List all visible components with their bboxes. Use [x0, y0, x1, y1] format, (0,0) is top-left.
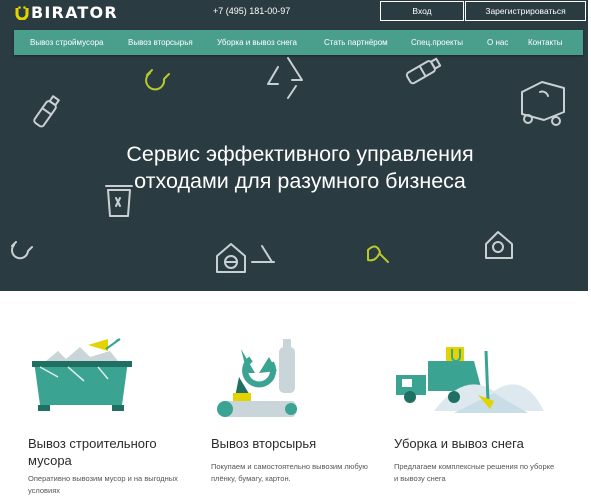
phone-number[interactable]: +7 (495) 181-00-97: [213, 6, 290, 16]
dumpster-illustration: [32, 338, 132, 411]
magnet-icon: [145, 69, 170, 91]
service-card-recyclables[interactable]: Вывоз вторсырья Покупаем и самостоятельн…: [211, 291, 391, 499]
register-button[interactable]: Зарегистрироваться: [465, 1, 586, 21]
logo-mark-icon: [15, 5, 29, 21]
brand-name: BIRATOR: [31, 2, 118, 22]
service-title: Вывоз вторсырья: [211, 436, 317, 451]
nav-item-construction-waste[interactable]: Вывоз строймусора: [30, 38, 103, 47]
service-description: Предлагаем комплексные решения по уборке…: [394, 462, 555, 483]
house-globe-icon: [216, 243, 246, 273]
nav-item-contacts[interactable]: Контакты: [528, 38, 563, 47]
login-button[interactable]: Вход: [380, 1, 464, 21]
hero-section: BIRATOR +7 (495) 181-00-97 Вход Зарегист…: [0, 0, 588, 291]
nav-item-recyclables[interactable]: Вывоз вторсырья: [128, 38, 193, 47]
service-title: Вывоз строительного мусора: [28, 436, 157, 468]
hero-title-line-2: отходами для разумного бизнеса: [134, 169, 466, 193]
snow-truck-illustration: [396, 347, 544, 413]
nav-item-partner[interactable]: Стать партнёром: [324, 38, 388, 47]
main-nav: Вывоз строймусора Вывоз вторсырья Уборка…: [14, 30, 583, 55]
house-globe-icon-right: [485, 231, 513, 259]
magnet-icon-left: [11, 241, 33, 260]
service-title: Уборка и вывоз снега: [394, 436, 524, 451]
top-bar: BIRATOR +7 (495) 181-00-97 Вход Зарегист…: [0, 0, 588, 24]
bottle-icon: [33, 95, 60, 128]
nav-item-snow[interactable]: Уборка и вывоз снега: [217, 38, 297, 47]
brand-logo[interactable]: BIRATOR: [15, 2, 118, 22]
recycle-icon: [267, 57, 303, 99]
leaf-bottle-icon: [367, 245, 389, 263]
truck-icon: [521, 81, 565, 126]
service-card-snow[interactable]: Уборка и вывоз снега Предлагаем комплекс…: [394, 291, 574, 499]
service-description: Покупаем и самостоятельно вывозим любую …: [211, 462, 368, 483]
service-card-construction[interactable]: Вывоз строительного мусора Оперативно вы…: [28, 291, 208, 499]
service-description: Оперативно вывозим мусор и на выгодных у…: [28, 474, 178, 495]
nav-item-special-projects[interactable]: Спец.проекты: [411, 38, 463, 47]
recycle-icon-right: [251, 245, 275, 263]
nav-item-about[interactable]: О нас: [487, 38, 508, 47]
hero-title-line-1: Сервис эффективного управления: [126, 142, 474, 166]
hero-title: Сервис эффективного управления отходами …: [60, 141, 540, 195]
services-section: Вывоз строительного мусора Оперативно вы…: [0, 291, 591, 499]
recycling-illustration: [217, 339, 297, 417]
bottle-icon-right: [405, 57, 442, 85]
